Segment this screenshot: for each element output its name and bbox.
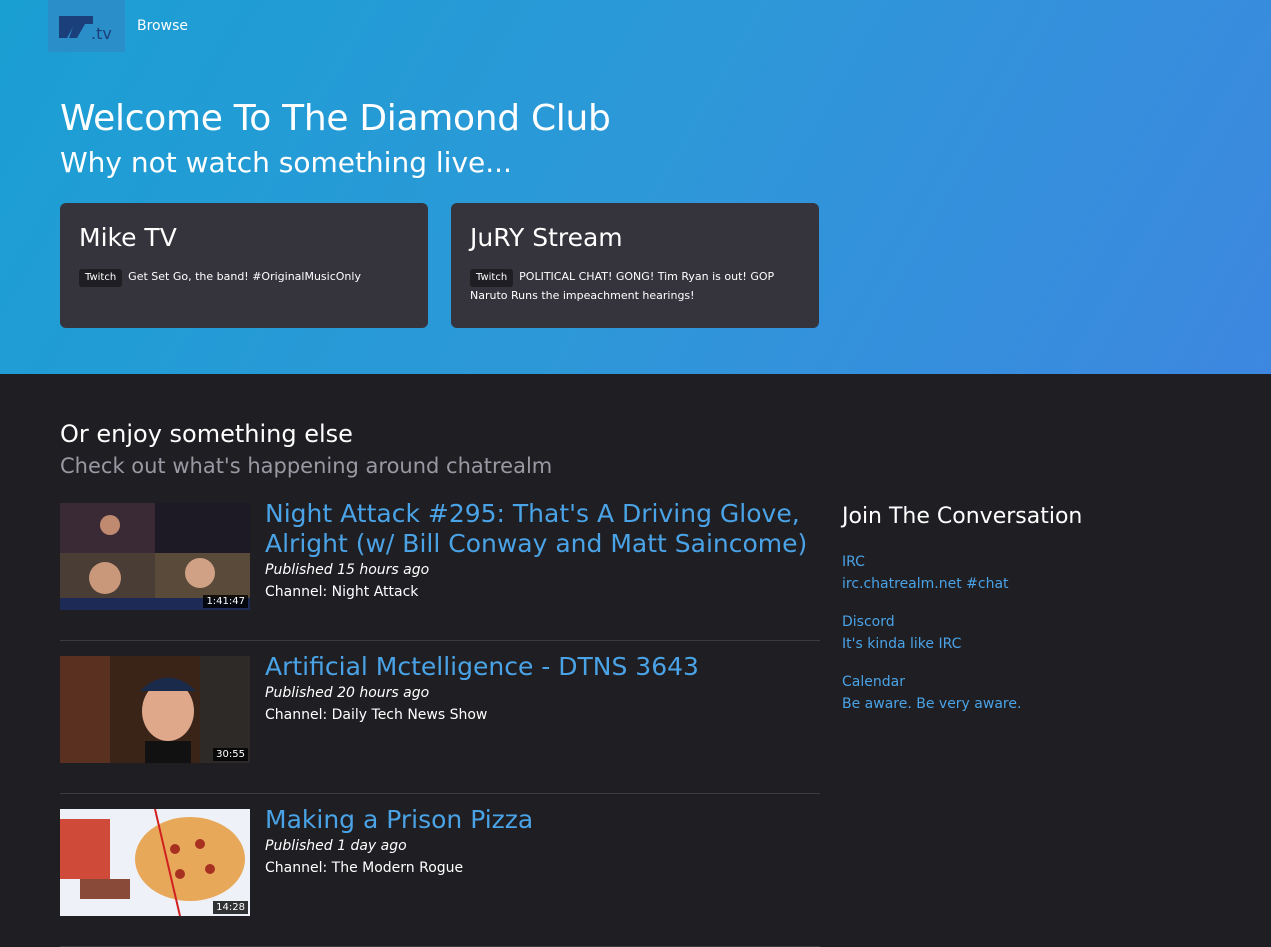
- sidebar-group-irc: IRC irc.chatrealm.net #chat: [842, 551, 1142, 595]
- video-item: 1:41:47 Night Attack #295: That's A Driv…: [60, 499, 820, 641]
- site-logo[interactable]: .tv: [48, 0, 125, 52]
- video-published: Published 15 hours ago: [265, 562, 430, 578]
- stream-name: JuRY Stream: [470, 223, 623, 252]
- video-item: 30:55 Artificial Mctelligence - DTNS 364…: [60, 652, 820, 794]
- stream-description: Twitch Get Set Go, the band! #OriginalMus…: [79, 268, 410, 287]
- video-item: 14:28 Making a Prison Pizza Published 1 …: [60, 805, 820, 947]
- hero-title: Welcome To The Diamond Club: [60, 98, 611, 139]
- discord-link[interactable]: Discord: [842, 611, 1142, 633]
- stream-card-mike-tv[interactable]: Mike TV Twitch Get Set Go, the band! #Ori…: [60, 203, 428, 328]
- calendar-link[interactable]: Calendar: [842, 671, 1142, 693]
- discord-detail-link[interactable]: It's kinda like IRC: [842, 633, 1142, 655]
- video-title-link[interactable]: Making a Prison Pizza: [265, 805, 533, 835]
- stream-status: POLITICAL CHAT! GONG! Tim Ryan is out! G…: [470, 270, 775, 302]
- video-duration: 14:28: [213, 901, 248, 914]
- top-nav: .tv Browse: [48, 0, 188, 52]
- video-title-link[interactable]: Night Attack #295: That's A Driving Glov…: [265, 499, 820, 559]
- hero-section: .tv Browse Welcome To The Diamond Club W…: [0, 0, 1271, 374]
- video-list: 1:41:47 Night Attack #295: That's A Driv…: [60, 499, 820, 947]
- stream-status: Get Set Go, the band! #OriginalMusicOnly: [128, 270, 361, 283]
- video-channel: Channel: The Modern Rogue: [265, 860, 464, 876]
- video-info: Artificial Mctelligence - DTNS 3643 Publ…: [265, 652, 699, 793]
- thumbnail-image: [60, 656, 250, 763]
- sidebar-group-calendar: Calendar Be aware. Be very aware.: [842, 671, 1142, 715]
- section-subtitle: Check out what's happening around chatre…: [60, 454, 553, 478]
- main-section: Or enjoy something else Check out what's…: [0, 374, 1271, 947]
- stream-card-jury-stream[interactable]: JuRY Stream Twitch POLITICAL CHAT! GONG! …: [451, 203, 819, 328]
- hero-subtitle: Why not watch something live...: [60, 146, 512, 179]
- thumbnail-image: [60, 809, 250, 916]
- video-published: Published 1 day ago: [265, 838, 407, 854]
- irc-detail-link[interactable]: irc.chatrealm.net #chat: [842, 573, 1142, 595]
- platform-badge: Twitch: [79, 269, 123, 287]
- stream-description: Twitch POLITICAL CHAT! GONG! Tim Ryan is …: [470, 268, 801, 305]
- thumbnail-image: [60, 503, 250, 610]
- logo-text: .tv: [91, 24, 112, 42]
- stream-name: Mike TV: [79, 223, 177, 252]
- video-title-link[interactable]: Artificial Mctelligence - DTNS 3643: [265, 652, 699, 682]
- platform-badge: Twitch: [470, 269, 514, 287]
- logo-icon: .tv: [58, 16, 112, 42]
- video-info: Night Attack #295: That's A Driving Glov…: [265, 499, 820, 640]
- video-duration: 30:55: [213, 748, 248, 761]
- calendar-detail-link[interactable]: Be aware. Be very aware.: [842, 693, 1142, 715]
- video-thumbnail[interactable]: 1:41:47: [60, 503, 250, 610]
- nav-browse[interactable]: Browse: [137, 18, 188, 34]
- irc-link[interactable]: IRC: [842, 551, 1142, 573]
- video-published: Published 20 hours ago: [265, 685, 430, 701]
- sidebar-group-discord: Discord It's kinda like IRC: [842, 611, 1142, 655]
- video-thumbnail[interactable]: 30:55: [60, 656, 250, 763]
- sidebar-title: Join The Conversation: [842, 504, 1083, 529]
- video-channel: Channel: Daily Tech News Show: [265, 707, 488, 723]
- video-info: Making a Prison Pizza Published 1 day ag…: [265, 805, 533, 946]
- video-duration: 1:41:47: [203, 595, 248, 608]
- video-thumbnail[interactable]: 14:28: [60, 809, 250, 916]
- section-title: Or enjoy something else: [60, 420, 353, 448]
- video-channel: Channel: Night Attack: [265, 584, 419, 600]
- sidebar: Join The Conversation IRC irc.chatrealm.…: [842, 504, 1142, 731]
